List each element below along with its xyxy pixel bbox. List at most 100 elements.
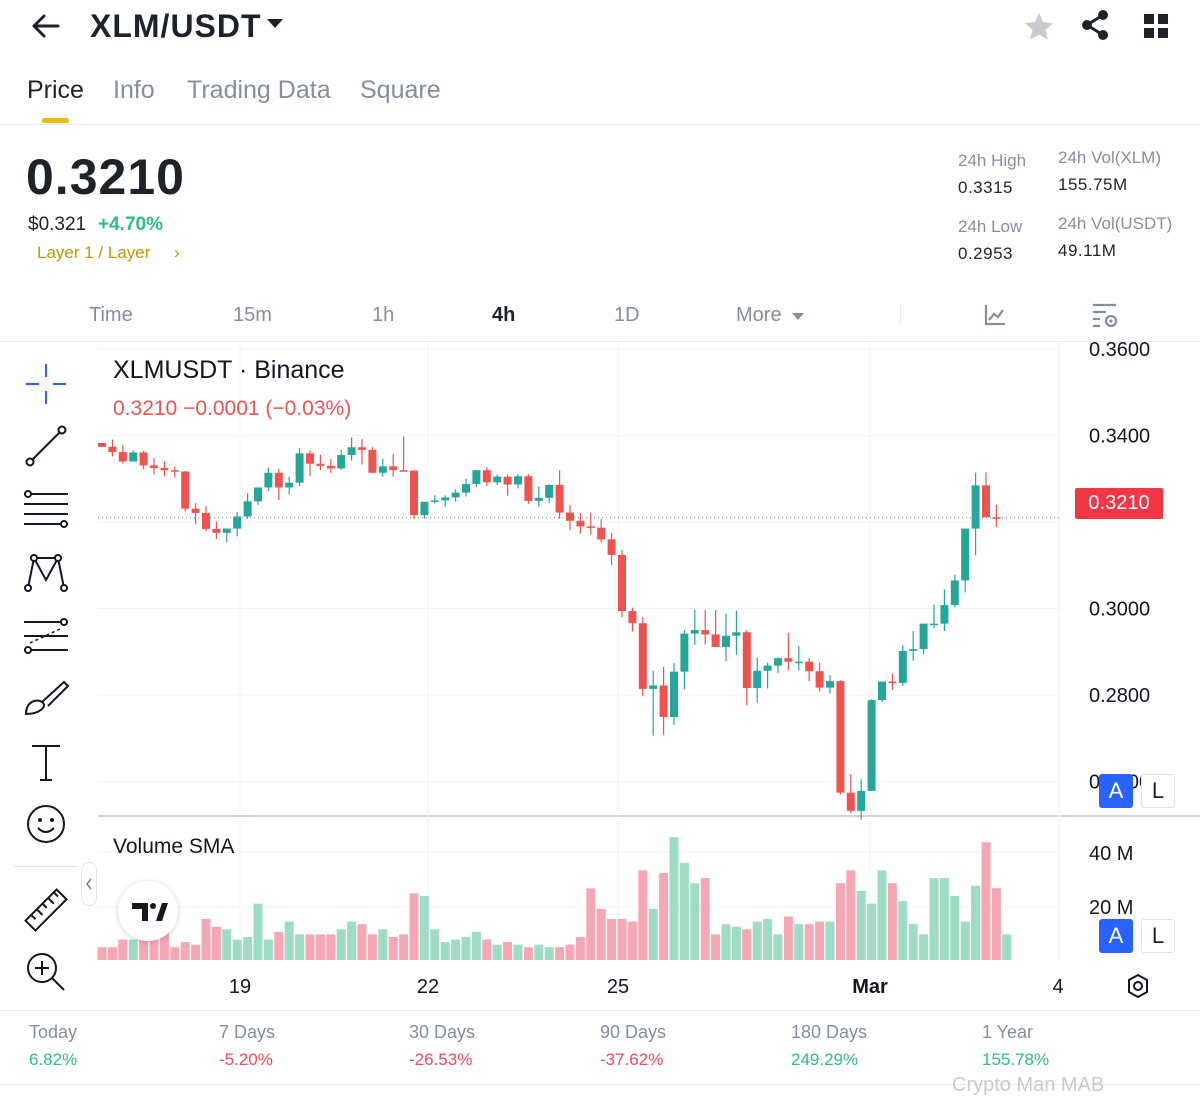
tab-info[interactable]: Info: [113, 76, 155, 105]
volume-bar: [908, 924, 918, 960]
volume-bar: [825, 921, 835, 960]
candle-body: [368, 449, 377, 473]
volume-bar: [804, 924, 814, 960]
volume-bar: [97, 947, 107, 960]
volume-log-scale-button[interactable]: L: [1141, 919, 1175, 953]
volume-bar: [731, 926, 741, 960]
zoom-in-icon[interactable]: [20, 946, 72, 998]
chart-gridlines: [98, 342, 1200, 960]
volume-bar: [513, 944, 523, 960]
candle-body: [628, 611, 637, 624]
vol-base-value: 155.75M: [1058, 175, 1128, 194]
pair-title[interactable]: XLM/USDT: [90, 8, 262, 45]
perf-label-7d: 7 Days: [219, 1022, 276, 1042]
watermark: Crypto Man MAB: [952, 1074, 1105, 1096]
tab-trading-data[interactable]: Trading Data: [187, 76, 331, 105]
grid-menu-icon[interactable]: [1140, 10, 1172, 47]
active-tab-indicator: [42, 118, 69, 123]
chevron-right-icon[interactable]: ›: [174, 243, 180, 263]
indicator-icon[interactable]: [982, 302, 1008, 333]
text-tool-icon[interactable]: [20, 736, 72, 788]
candle-body: [129, 452, 138, 462]
perf-value-30d: -26.53%: [409, 1050, 473, 1069]
candle-body: [930, 623, 938, 626]
tradingview-logo[interactable]: [118, 881, 178, 941]
more-caret-icon[interactable]: [791, 309, 805, 327]
candle-body: [794, 661, 803, 664]
volume-bar: [596, 908, 606, 960]
volume-bar: [128, 939, 138, 960]
tab-square[interactable]: Square: [360, 76, 441, 105]
volume-bar: [399, 934, 409, 960]
vol-quote-label: 24h Vol(USDT): [1058, 214, 1173, 233]
vol-base-label: 24h Vol(XLM): [1058, 148, 1161, 167]
high-value: 0.3315: [958, 178, 1013, 197]
volume-bar: [742, 929, 752, 960]
log-scale-button[interactable]: L: [1141, 774, 1175, 808]
share-icon[interactable]: [1078, 8, 1112, 47]
caret-down-icon[interactable]: [265, 14, 285, 39]
volume-bar: [191, 944, 201, 960]
candle-body: [295, 453, 304, 483]
candle-body: [618, 554, 626, 612]
collapse-toolbar-button[interactable]: [81, 862, 97, 906]
candle-body: [690, 630, 699, 634]
volume-bar: [877, 870, 887, 960]
candle-body: [701, 630, 710, 635]
candle-body: [170, 470, 179, 472]
tf-1h[interactable]: 1h: [372, 304, 394, 327]
auto-scale-button[interactable]: A: [1099, 774, 1133, 808]
volume-bar: [939, 878, 949, 960]
candle-body: [441, 497, 450, 501]
candle-body: [857, 790, 866, 811]
candle-body: [722, 635, 730, 647]
tf-15m[interactable]: 15m: [233, 304, 272, 327]
prediction-icon[interactable]: [20, 610, 72, 662]
candle-body: [670, 671, 678, 718]
volume-bar: [201, 919, 211, 960]
candle-body: [493, 476, 502, 483]
fib-retracement-icon[interactable]: [20, 484, 72, 536]
tf-more[interactable]: More: [736, 304, 782, 327]
candlestick-chart[interactable]: 0.36000.34000.30000.28000.260040 M20 M19…: [0, 342, 1200, 1010]
category-tag[interactable]: Layer 1 / Layer: [37, 243, 150, 263]
header-divider: [0, 124, 1200, 125]
emoji-icon[interactable]: [20, 798, 72, 850]
brush-icon[interactable]: [20, 672, 72, 724]
tf-4h[interactable]: 4h: [492, 304, 515, 327]
volume-auto-scale-button[interactable]: A: [1099, 919, 1133, 953]
candle-body: [326, 465, 335, 469]
star-icon[interactable]: [1022, 10, 1056, 49]
volume-bar: [679, 862, 689, 960]
back-arrow-icon[interactable]: [28, 8, 64, 44]
candle-body: [410, 470, 418, 516]
ruler-icon[interactable]: [20, 884, 72, 936]
candle-body: [160, 468, 169, 471]
chart-settings-gear-icon[interactable]: [1124, 972, 1152, 1005]
candle-body: [711, 634, 720, 647]
pattern-icon[interactable]: [20, 546, 72, 598]
candle-body: [337, 455, 346, 469]
chart-settings-icon[interactable]: [1090, 300, 1120, 335]
volume-bar: [492, 944, 502, 960]
volume-bar: [960, 921, 970, 960]
usd-price: $0.321: [28, 214, 87, 235]
candle-body: [430, 500, 439, 502]
tf-1d[interactable]: 1D: [614, 304, 640, 327]
tab-price[interactable]: Price: [27, 76, 84, 105]
trend-line-icon[interactable]: [20, 420, 72, 472]
candle-body: [576, 520, 585, 527]
volume-bar: [336, 929, 346, 960]
crosshair-icon[interactable]: [20, 358, 72, 410]
candle-body: [451, 492, 460, 498]
candle-body: [274, 472, 283, 488]
volume-bar: [118, 939, 128, 960]
candle-body: [971, 485, 980, 529]
volume-bars: [97, 837, 1012, 960]
candle-body: [846, 792, 855, 811]
tf-time[interactable]: Time: [89, 304, 133, 327]
candle-body: [732, 632, 741, 636]
volume-bar: [773, 934, 783, 960]
candle-body: [805, 661, 814, 672]
volume-bar: [950, 896, 960, 960]
